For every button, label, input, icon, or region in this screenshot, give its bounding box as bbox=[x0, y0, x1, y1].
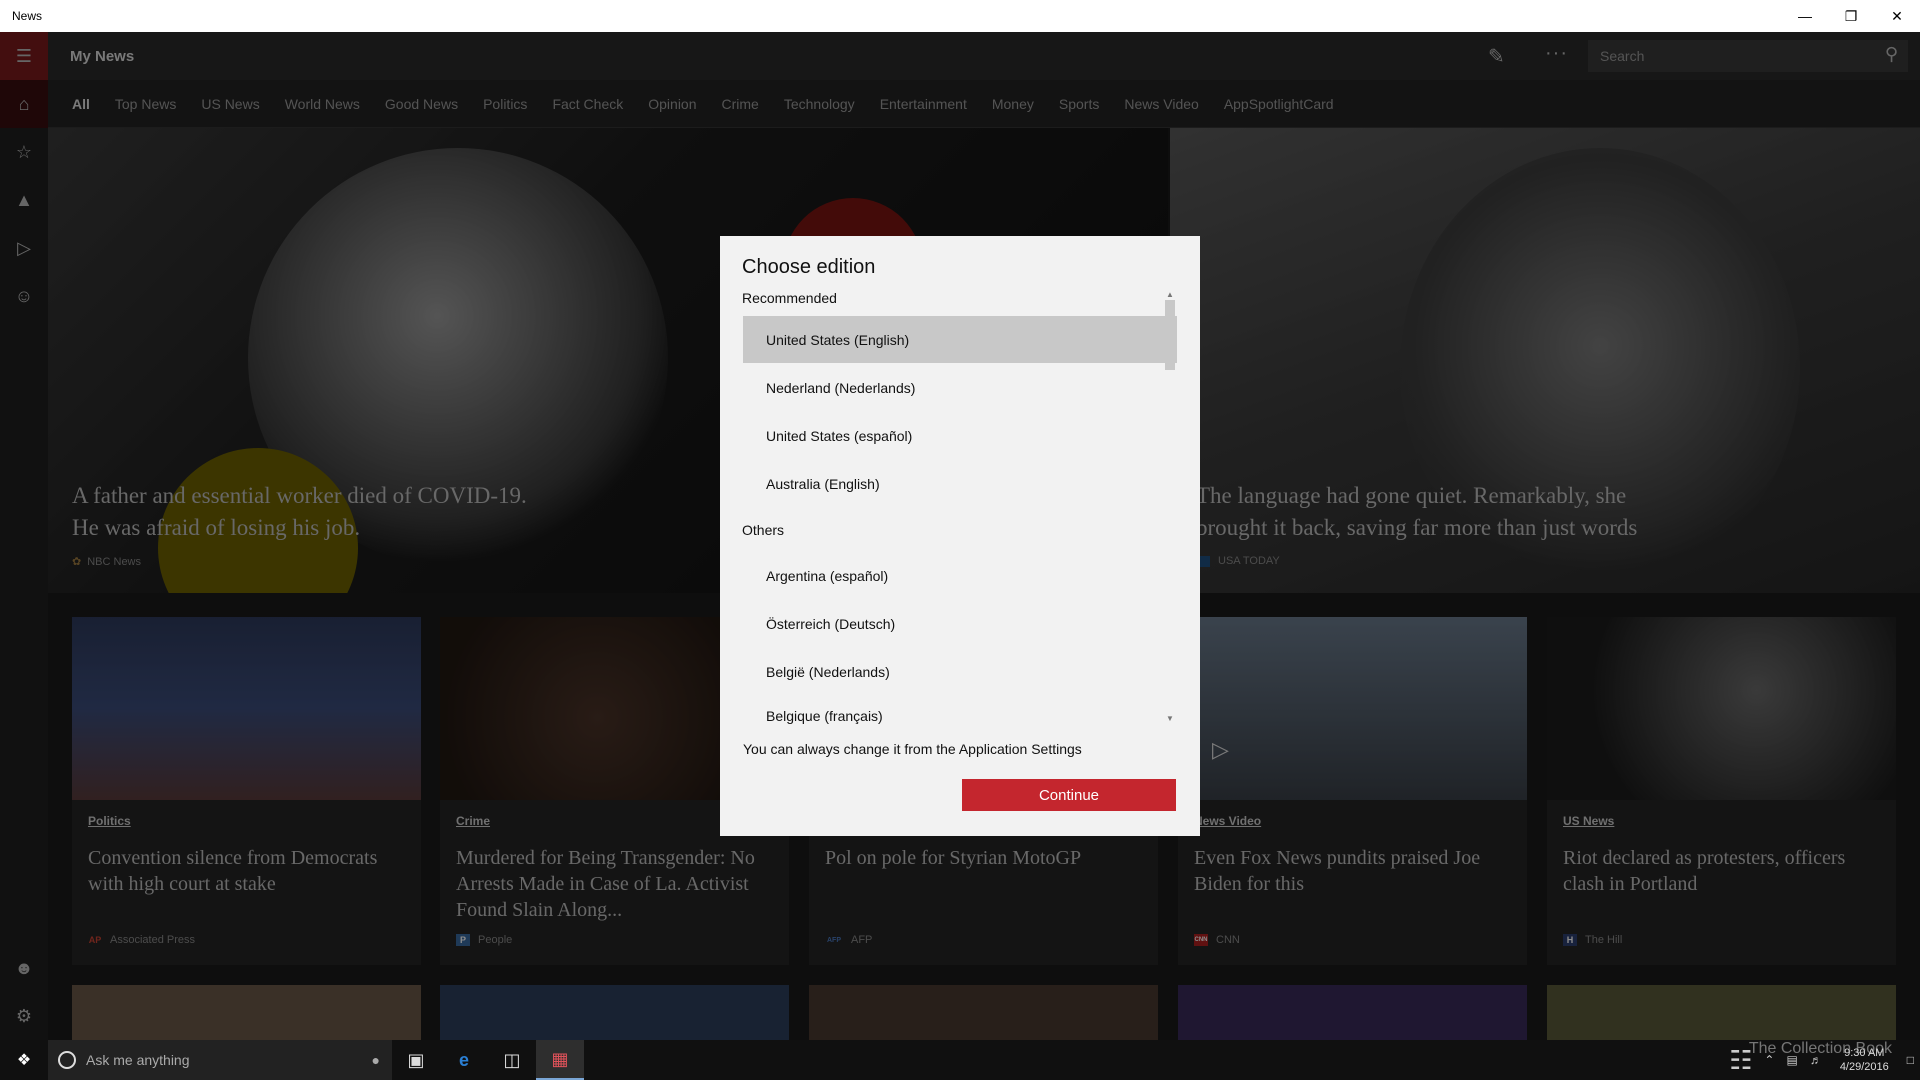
close-button[interactable]: ✕ bbox=[1874, 0, 1920, 32]
dialog-title: Choose edition bbox=[742, 256, 876, 278]
cortana-search-box[interactable]: Ask me anything ● bbox=[48, 1040, 392, 1080]
edition-option[interactable]: België (Nederlands) bbox=[743, 648, 1177, 695]
microphone-icon[interactable]: ● bbox=[372, 1052, 380, 1068]
task-view-icon[interactable]: ▣ bbox=[392, 1040, 440, 1080]
news-app-icon[interactable]: ▦ bbox=[536, 1040, 584, 1080]
edition-option[interactable]: United States (English) bbox=[743, 316, 1177, 363]
edge-browser-icon[interactable]: e bbox=[440, 1040, 488, 1080]
watermark: The Collection Book bbox=[1748, 1040, 1892, 1057]
edition-option[interactable]: United States (español) bbox=[743, 412, 1177, 459]
app-title: News bbox=[12, 9, 43, 23]
maximize-button[interactable]: ❐ bbox=[1828, 0, 1874, 32]
others-label: Others bbox=[742, 522, 785, 538]
action-center-icon[interactable]: □ bbox=[1907, 1053, 1914, 1067]
continue-button[interactable]: Continue bbox=[962, 779, 1176, 811]
edition-option[interactable]: Belgique (français) bbox=[743, 696, 1177, 736]
cortana-circle-icon bbox=[58, 1051, 76, 1069]
edition-option[interactable]: Österreich (Deutsch) bbox=[743, 600, 1177, 647]
edition-option[interactable]: Nederland (Nederlands) bbox=[743, 364, 1177, 411]
window-controls: — ❐ ✕ bbox=[1782, 0, 1920, 32]
title-bar: News — ❐ ✕ bbox=[0, 0, 1920, 32]
minimize-button[interactable]: — bbox=[1782, 0, 1828, 32]
store-icon[interactable]: ◫ bbox=[488, 1040, 536, 1080]
recommended-label: Recommended bbox=[742, 290, 837, 306]
taskbar: ❖ Ask me anything ● ▣ e ◫ ▦ ☷ ⌃ ▤ ♬ 9:30… bbox=[0, 1040, 1920, 1080]
scroll-up-arrow-icon[interactable]: ▲ bbox=[1166, 290, 1174, 299]
edition-option[interactable]: Argentina (español) bbox=[743, 552, 1177, 599]
choose-edition-dialog: Choose edition Recommended United States… bbox=[720, 236, 1200, 836]
dialog-scrollbar-thumb[interactable] bbox=[1165, 300, 1175, 370]
edition-option[interactable]: Australia (English) bbox=[743, 460, 1177, 507]
cortana-prompt: Ask me anything bbox=[86, 1052, 190, 1068]
clock-date: 4/29/2016 bbox=[1839, 1061, 1889, 1073]
windows-start-icon[interactable]: ❖ bbox=[0, 1040, 48, 1080]
scroll-down-arrow-icon[interactable]: ▼ bbox=[1166, 714, 1174, 723]
dialog-note: You can always change it from the Applic… bbox=[743, 741, 1082, 757]
